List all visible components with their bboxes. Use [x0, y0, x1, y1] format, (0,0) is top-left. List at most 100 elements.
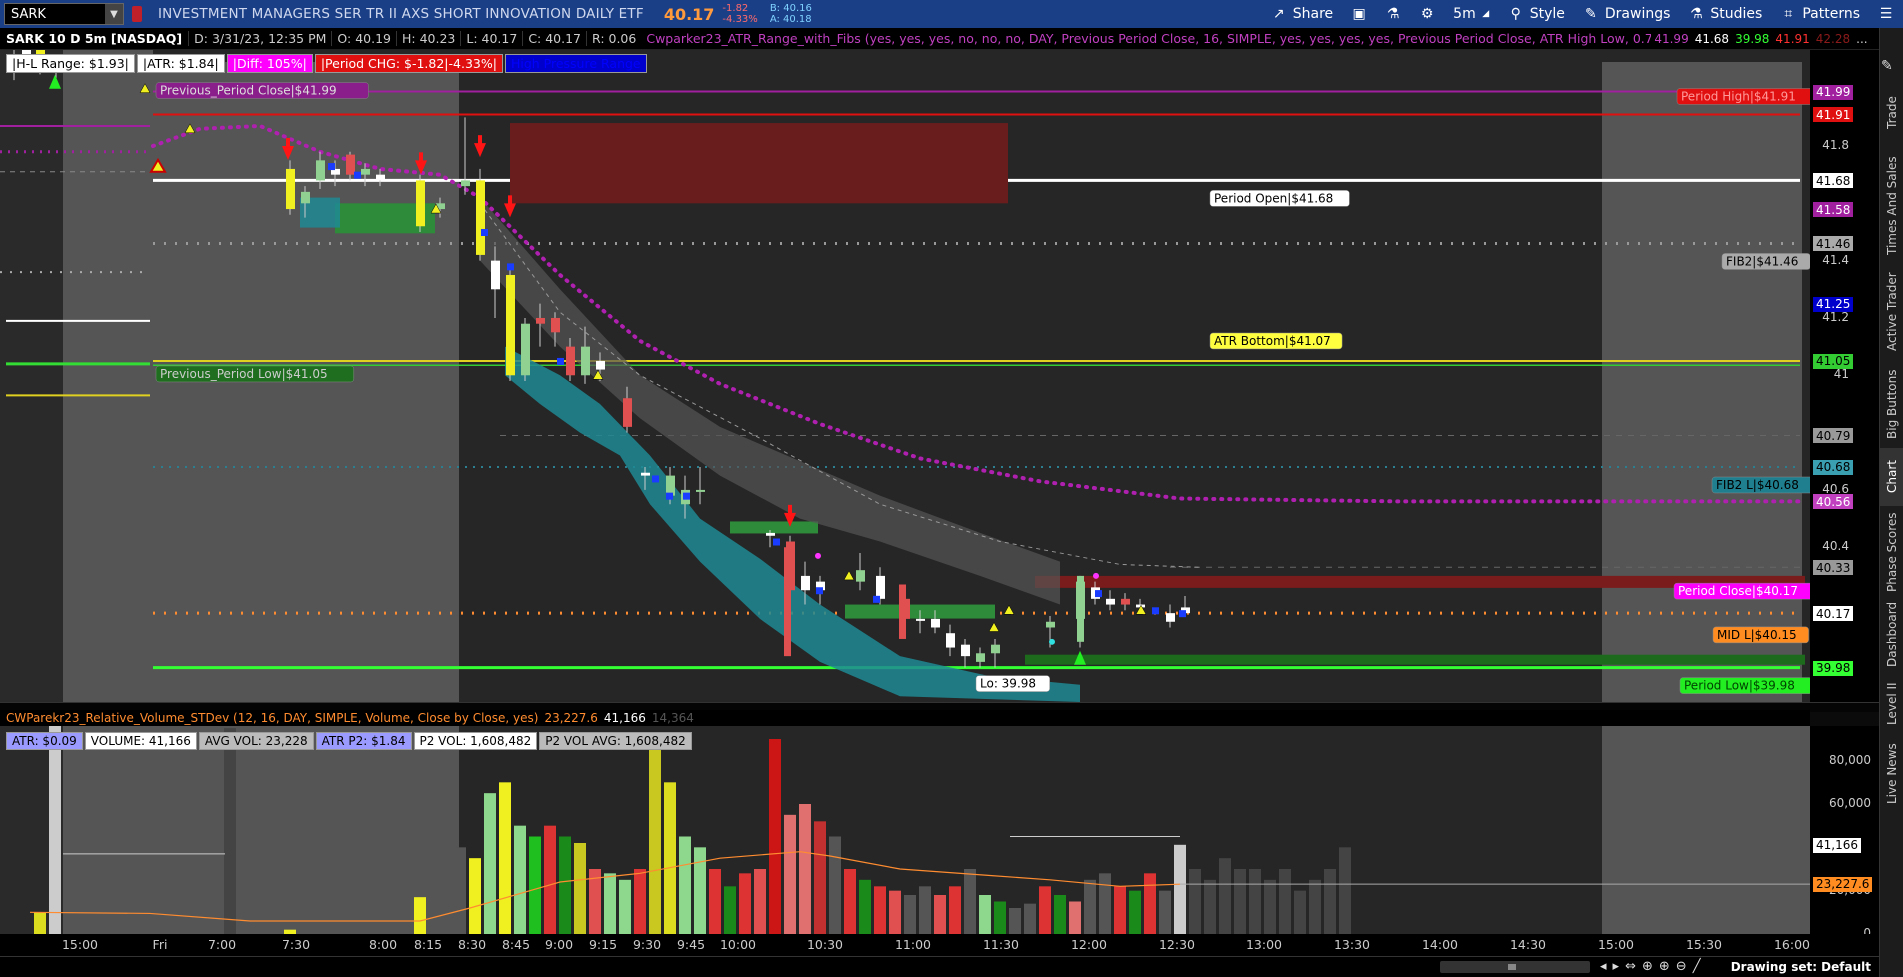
- time-axis[interactable]: 15:00 Fri 7:00 7:30 8:00 8:15 8:30 8:45 9:00 9:15…: [0, 934, 1879, 956]
- volume-bar: [1339, 847, 1351, 934]
- volume-bar: [919, 886, 931, 934]
- time-tick: 7:00: [207, 937, 237, 952]
- signal-square: [1152, 607, 1159, 615]
- price-tick: 41.4: [1822, 252, 1849, 267]
- premarket-shade: [63, 50, 153, 702]
- candle-body: [461, 180, 470, 187]
- fib2-label-text: FIB2|$41.46: [1726, 254, 1798, 268]
- volume-bar: [1264, 879, 1276, 934]
- volume-study-value-cur: 41,166: [603, 711, 646, 725]
- price-chart-canvas: Previous_Period Close|$41.99 Previous_Per…: [0, 50, 1810, 702]
- time-tick: 12:30: [1158, 937, 1196, 952]
- link-icon[interactable]: [132, 6, 142, 22]
- crosshair-icon[interactable]: ⊕: [1642, 959, 1653, 974]
- side-tabs: ✎ Trade Times And Sales Active Trader Big B…: [1879, 28, 1903, 977]
- settings-button[interactable]: ⚙: [1410, 0, 1444, 28]
- timeframe-label: 5m: [1453, 6, 1476, 22]
- study-label: |Period CHG: $-1.82|-4.33%|: [314, 54, 503, 73]
- volume-bar: [529, 836, 541, 934]
- price-tick: 41.8: [1822, 138, 1849, 152]
- gear-icon: ⚙: [1420, 6, 1434, 22]
- scroll-left-icon[interactable]: ◂: [1600, 959, 1607, 974]
- pattern-icon: ⌗: [1784, 6, 1793, 22]
- signal-square: [873, 595, 880, 603]
- volume-label: ATR: $0.09: [6, 732, 83, 750]
- share-button[interactable]: ↗ Share: [1262, 0, 1342, 28]
- candle-body: [536, 317, 545, 324]
- signal-square: [666, 492, 673, 500]
- timeframe-button[interactable]: 5m ◢: [1444, 0, 1499, 28]
- bid-ask: B: 40.16 A: 40.18: [770, 3, 812, 25]
- candle-body: [931, 618, 940, 628]
- tab-live-news[interactable]: Live News: [1880, 738, 1903, 810]
- volume-bar: [1249, 869, 1261, 934]
- volume-bar: [1099, 873, 1111, 934]
- tab-dashboard[interactable]: Dashboard: [1880, 598, 1903, 670]
- volume-bar: [1309, 879, 1321, 934]
- style-button[interactable]: ⚲ Style: [1499, 0, 1574, 28]
- mid-l-label: MID L|$40.15: [1712, 626, 1809, 644]
- volume-bar: [454, 847, 466, 934]
- tab-active-trader[interactable]: Active Trader: [1880, 264, 1903, 360]
- signal-square: [354, 171, 361, 179]
- studies-button[interactable]: ⚗ Studies: [1679, 0, 1771, 28]
- study-values: 41.99 41.68 39.98 41.91 42.28...: [1651, 32, 1870, 46]
- volume-bar: [34, 912, 46, 934]
- tab-phase-scores[interactable]: Phase Scores: [1880, 510, 1903, 594]
- fib2l-label: FIB2 L|$40.68: [1711, 476, 1810, 494]
- pencil-icon[interactable]: ✎: [1881, 58, 1899, 76]
- volume-axis[interactable]: 80,00060,00020,000041,16623,227.6: [1810, 726, 1879, 940]
- signal-dot: [815, 552, 821, 559]
- signal-square: [773, 538, 780, 546]
- news-button[interactable]: ▣: [1342, 0, 1376, 28]
- price-axis[interactable]: 41.8 41.4 41.2 41 40.6 40.4 41.99 41.91 41.68 41.…: [1810, 50, 1879, 702]
- candle-body: [784, 547, 791, 657]
- expand-icon[interactable]: ⇔: [1625, 959, 1636, 974]
- volume-label: P2 VOL: 1,608,482: [413, 732, 538, 750]
- volume-bar: [484, 793, 496, 934]
- volume-bar: [49, 726, 61, 934]
- share-label: Share: [1292, 6, 1334, 22]
- zoom-out-icon[interactable]: ⊖: [1676, 959, 1687, 974]
- tab-big-buttons[interactable]: Big Buttons: [1880, 364, 1903, 444]
- price-tag: 40.56: [1813, 494, 1854, 510]
- volume-chart[interactable]: [0, 726, 1810, 934]
- chart-title: SARK 10 D 5m [NASDAQ]: [6, 31, 183, 46]
- volume-study-header: CWParekr23_Relative_Volume_STDev (12, 16…: [0, 710, 1810, 726]
- zoom-in-icon[interactable]: ⊕: [1659, 959, 1670, 974]
- time-tick: 9:30: [632, 937, 662, 952]
- candle-body: [946, 633, 955, 648]
- volume-bar: [799, 804, 811, 934]
- scroll-right-icon[interactable]: ▸: [1613, 959, 1620, 974]
- lab-button[interactable]: ⚗: [1376, 0, 1410, 28]
- candle-body: [696, 489, 705, 492]
- draw-line-icon[interactable]: ╱: [1693, 959, 1701, 974]
- volume-bar: [1069, 901, 1081, 934]
- flask-icon: ⚗: [1690, 6, 1703, 22]
- period-low-label: Period Low|$39.98: [1679, 677, 1810, 694]
- tab-trade[interactable]: Trade: [1880, 78, 1903, 148]
- signal-square: [507, 263, 514, 271]
- drawings-button[interactable]: ✎ Drawings: [1574, 0, 1680, 28]
- symbol-input[interactable]: SARK ▼: [4, 3, 124, 25]
- study-value: 41.68: [1694, 31, 1730, 46]
- prev-close-label: Previous_Period Close|$41.99: [155, 82, 369, 99]
- last-price: 40.17: [663, 4, 715, 24]
- tab-level-ii[interactable]: Level II: [1880, 674, 1903, 734]
- volume-study-description[interactable]: CWParekr23_Relative_Volume_STDev (12, 16…: [6, 711, 538, 725]
- chevron-down-icon[interactable]: ▼: [105, 4, 123, 24]
- low-marker-label: Lo: 39.98: [975, 675, 1050, 692]
- tab-times-and-sales[interactable]: Times And Sales: [1880, 152, 1903, 260]
- price-chart[interactable]: Previous_Period Close|$41.99 Previous_Per…: [0, 50, 1810, 702]
- scrollbar-thumb[interactable]: [1508, 964, 1516, 970]
- study-description[interactable]: Cwparker23_ATR_Range_with_Fibs (yes, yes…: [641, 31, 1651, 46]
- volume-labels: ATR: $0.09 VOLUME: 41,166 AVG VOL: 23,228 A…: [6, 732, 692, 750]
- chart-scrollbar[interactable]: [1440, 961, 1590, 973]
- tab-chart[interactable]: Chart: [1880, 448, 1903, 506]
- time-tick: 10:00: [719, 937, 757, 952]
- candle-body: [1106, 598, 1115, 605]
- menu-button[interactable]: ☰: [1869, 0, 1903, 28]
- patterns-button[interactable]: ⌗ Patterns: [1771, 0, 1869, 28]
- drawing-set-label[interactable]: Drawing set: Default: [1731, 960, 1871, 974]
- patterns-label: Patterns: [1802, 6, 1860, 22]
